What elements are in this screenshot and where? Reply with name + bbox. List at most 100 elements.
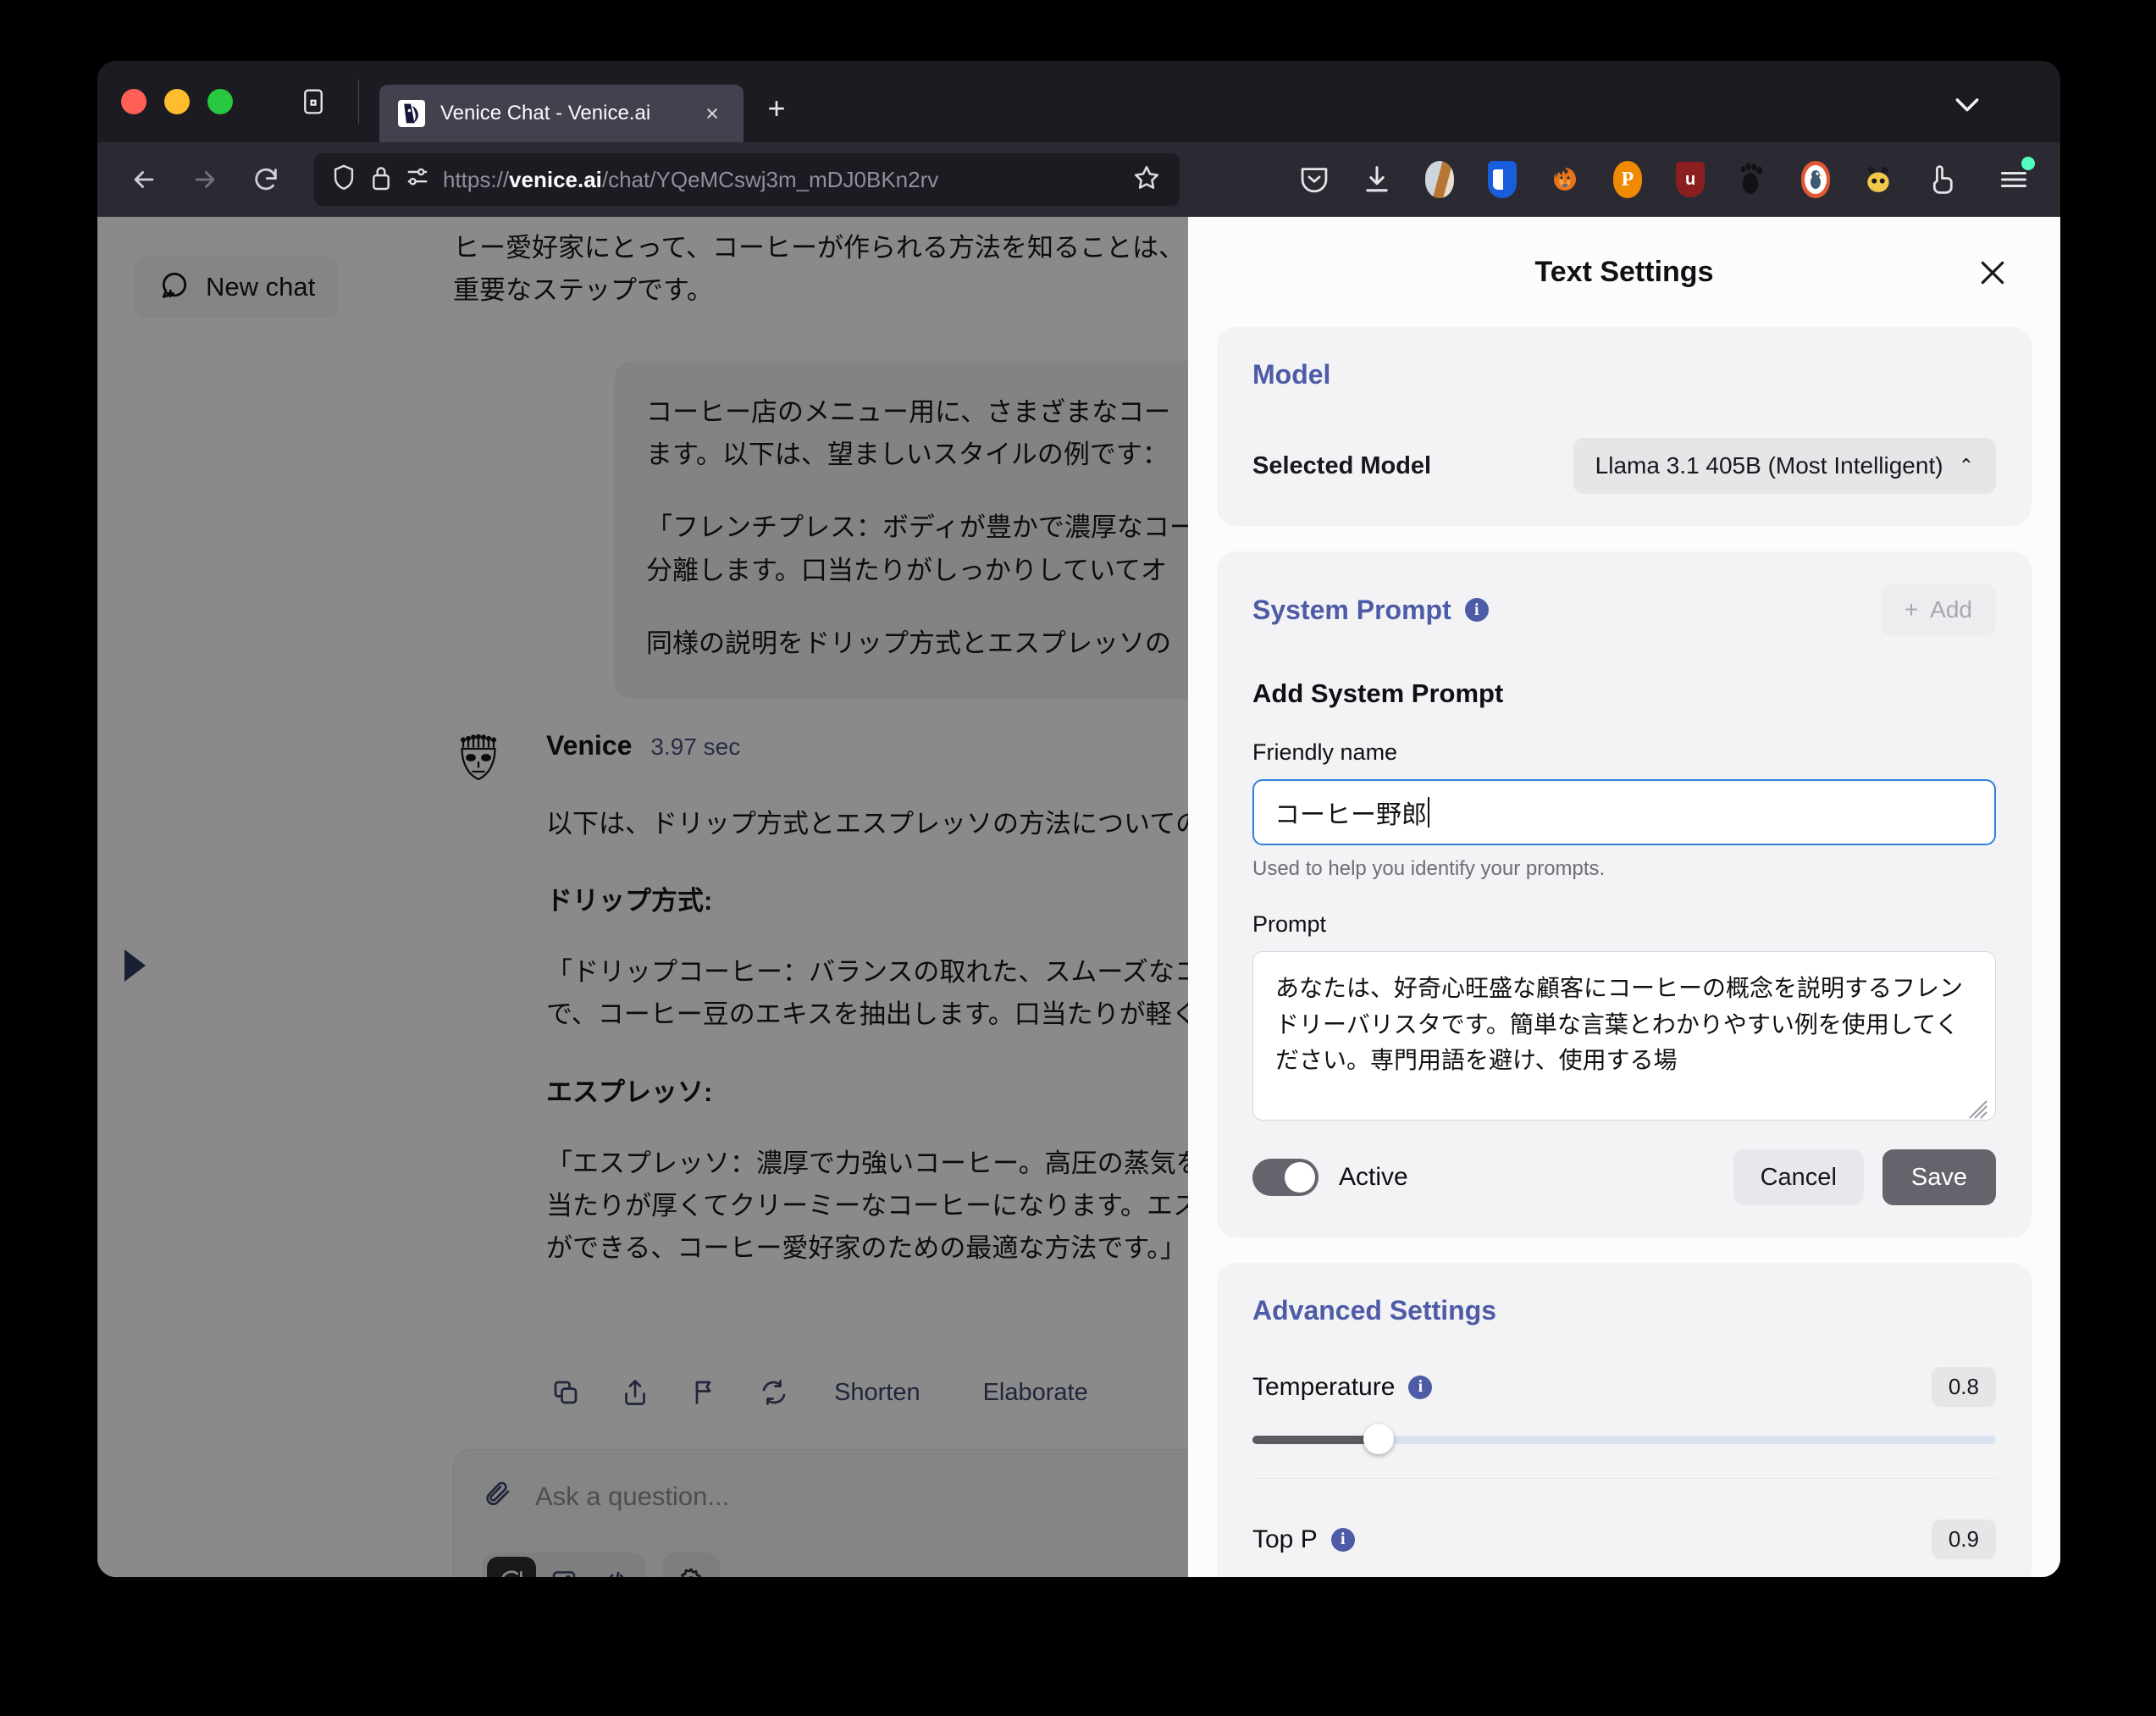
ublock-origin-extension-icon[interactable]: n bbox=[1671, 160, 1710, 199]
bitwarden-extension-icon[interactable] bbox=[1483, 160, 1522, 199]
window-controls[interactable] bbox=[121, 89, 233, 114]
temperature-slider-knob[interactable] bbox=[1363, 1424, 1395, 1454]
duckduckgo-extension-icon[interactable] bbox=[1796, 160, 1835, 199]
system-prompt-title-text: System Prompt bbox=[1252, 594, 1451, 625]
prompt-label: Prompt bbox=[1252, 911, 1327, 937]
model-section-title: Model bbox=[1252, 359, 1331, 390]
chat-bubble-icon[interactable] bbox=[487, 1557, 536, 1577]
info-icon[interactable]: i bbox=[1464, 598, 1489, 622]
friendly-name-input[interactable]: コーヒー野郎 bbox=[1252, 779, 1996, 845]
gear-icon[interactable] bbox=[662, 1553, 720, 1577]
downloads-icon[interactable] bbox=[1357, 160, 1396, 199]
flag-icon[interactable] bbox=[685, 1373, 724, 1412]
url-text[interactable]: https://venice.ai/chat/YQeMCswj3m_mDJ0BK… bbox=[443, 167, 1119, 193]
temperature-row: Temperature i 0.8 bbox=[1252, 1367, 1996, 1407]
site-permissions-icon[interactable] bbox=[406, 166, 429, 194]
navigation-toolbar: https://venice.ai/chat/YQeMCswj3m_mDJ0BK… bbox=[97, 142, 2060, 217]
active-toggle-label: Active bbox=[1339, 1163, 1408, 1191]
cancel-button[interactable]: Cancel bbox=[1733, 1149, 1864, 1205]
plus-icon: + bbox=[1904, 596, 1919, 623]
top-p-row: Top P i 0.9 bbox=[1252, 1519, 1996, 1559]
add-system-prompt-button[interactable]: + Add bbox=[1880, 584, 1996, 636]
toggle-knob bbox=[1285, 1162, 1315, 1193]
friendly-name-label: Friendly name bbox=[1252, 739, 1398, 765]
chevron-down-icon[interactable] bbox=[1950, 91, 1984, 117]
elaborate-button[interactable]: Elaborate bbox=[983, 1379, 1088, 1407]
close-window-button[interactable] bbox=[121, 89, 146, 114]
privacy-badger-extension-icon[interactable]: P bbox=[1608, 160, 1647, 199]
system-prompt-card: System Prompt i + Add Add System Prompt … bbox=[1217, 551, 2032, 1237]
drawer-body: Model Selected Model Llama 3.1 405B (Mos… bbox=[1188, 327, 2060, 1577]
drawer-title: Text Settings bbox=[1534, 255, 1714, 288]
top-p-value: 0.9 bbox=[1931, 1519, 1996, 1559]
text-cursor bbox=[1428, 797, 1429, 828]
advanced-settings-card: Advanced Settings Temperature i 0.8 Top … bbox=[1217, 1263, 2032, 1577]
list-all-tabs-icon[interactable] bbox=[294, 82, 333, 121]
info-icon[interactable]: i bbox=[1330, 1527, 1355, 1552]
new-tab-button[interactable]: + bbox=[757, 89, 796, 128]
prompt-textarea-value: あなたは、好奇心旺盛な顧客にコーヒーの概念を説明するフレンドリーバリスタです。簡… bbox=[1275, 975, 1964, 1074]
minimize-window-button[interactable] bbox=[164, 89, 190, 114]
browser-window: Venice Chat - Venice.ai × + https://veni… bbox=[97, 61, 2060, 1577]
toolbar-divider bbox=[358, 80, 359, 124]
assistant-response-time: 3.97 sec bbox=[650, 733, 741, 760]
share-icon[interactable] bbox=[616, 1373, 655, 1412]
update-available-dot bbox=[2021, 157, 2035, 170]
image-icon[interactable] bbox=[539, 1557, 589, 1577]
resize-handle-icon[interactable] bbox=[1968, 1094, 1988, 1119]
foot-extension-icon[interactable] bbox=[1733, 160, 1772, 199]
tab-strip: Venice Chat - Venice.ai × + bbox=[97, 61, 2060, 142]
pocket-icon[interactable] bbox=[1295, 160, 1334, 199]
top-p-label: Top P i bbox=[1252, 1525, 1355, 1554]
padlock-icon bbox=[370, 164, 392, 196]
reload-icon[interactable] bbox=[241, 155, 290, 204]
prompt-textarea[interactable]: あなたは、好奇心旺盛な顧客にコーヒーの概念を説明するフレンドリーバリスタです。簡… bbox=[1252, 951, 1996, 1121]
close-icon[interactable] bbox=[1974, 254, 2011, 291]
info-icon[interactable]: i bbox=[1408, 1375, 1433, 1399]
drawer-header: Text Settings bbox=[1188, 217, 2060, 327]
firefox-extension-icon[interactable] bbox=[1545, 160, 1584, 199]
pointer-extension-icon[interactable] bbox=[1921, 160, 1960, 199]
browser-tab[interactable]: Venice Chat - Venice.ai × bbox=[379, 85, 744, 142]
save-button[interactable]: Save bbox=[1882, 1149, 1996, 1205]
temperature-label: Temperature i bbox=[1252, 1372, 1433, 1402]
bee-extension-icon[interactable] bbox=[1859, 160, 1898, 199]
extensions-toolbar: P n bbox=[1295, 157, 2038, 199]
regenerate-icon[interactable] bbox=[755, 1373, 793, 1412]
selected-model-label: Selected Model bbox=[1252, 451, 1432, 479]
shorten-button[interactable]: Shorten bbox=[834, 1379, 920, 1407]
profile-avatar-extension-icon[interactable] bbox=[1420, 160, 1459, 199]
venice-favicon-icon bbox=[398, 100, 425, 127]
chat-input-placeholder[interactable]: Ask a question... bbox=[535, 1481, 729, 1512]
active-toggle[interactable] bbox=[1252, 1159, 1318, 1196]
friendly-name-value: コーヒー野郎 bbox=[1274, 801, 1427, 829]
venice-avatar bbox=[453, 733, 504, 784]
tab-title: Venice Chat - Venice.ai bbox=[440, 102, 651, 125]
code-icon[interactable] bbox=[592, 1557, 641, 1577]
model-select-value: Llama 3.1 405B (Most Intelligent) bbox=[1595, 452, 1943, 479]
model-card: Model Selected Model Llama 3.1 405B (Mos… bbox=[1217, 327, 2032, 526]
chevron-up-icon: ⌃ bbox=[1958, 455, 1974, 476]
close-tab-icon[interactable]: × bbox=[698, 99, 727, 128]
assistant-name: Venice bbox=[546, 730, 633, 761]
tracking-protection-shield-icon[interactable] bbox=[331, 163, 357, 197]
copy-icon[interactable] bbox=[546, 1373, 585, 1412]
back-arrow-icon[interactable] bbox=[119, 155, 169, 204]
model-select-dropdown[interactable]: Llama 3.1 405B (Most Intelligent) ⌃ bbox=[1573, 438, 1996, 494]
add-system-prompt-subtitle: Add System Prompt bbox=[1252, 678, 1504, 708]
mode-switcher bbox=[483, 1553, 645, 1577]
maximize-window-button[interactable] bbox=[207, 89, 233, 114]
address-bar[interactable]: https://venice.ai/chat/YQeMCswj3m_mDJ0BK… bbox=[314, 153, 1180, 206]
new-chat-label: New chat bbox=[206, 272, 316, 302]
friendly-name-help-text: Used to help you identify your prompts. bbox=[1252, 857, 1606, 880]
temperature-label-text: Temperature bbox=[1252, 1372, 1396, 1401]
forward-arrow-icon[interactable] bbox=[180, 155, 229, 204]
expand-sidebar-triangle-icon[interactable] bbox=[124, 949, 146, 982]
page-viewport: New chat ヒー愛好家にとって、コーヒーが作られる方法を知ることは、 重要… bbox=[97, 217, 2060, 1577]
temperature-slider[interactable] bbox=[1252, 1424, 1996, 1454]
system-prompt-section-title: System Prompt i bbox=[1252, 595, 1489, 626]
application-menu-icon[interactable] bbox=[1994, 157, 2035, 199]
bookmark-star-icon[interactable] bbox=[1132, 163, 1161, 197]
new-chat-button[interactable]: New chat bbox=[135, 256, 340, 318]
paperclip-icon[interactable] bbox=[483, 1479, 513, 1514]
